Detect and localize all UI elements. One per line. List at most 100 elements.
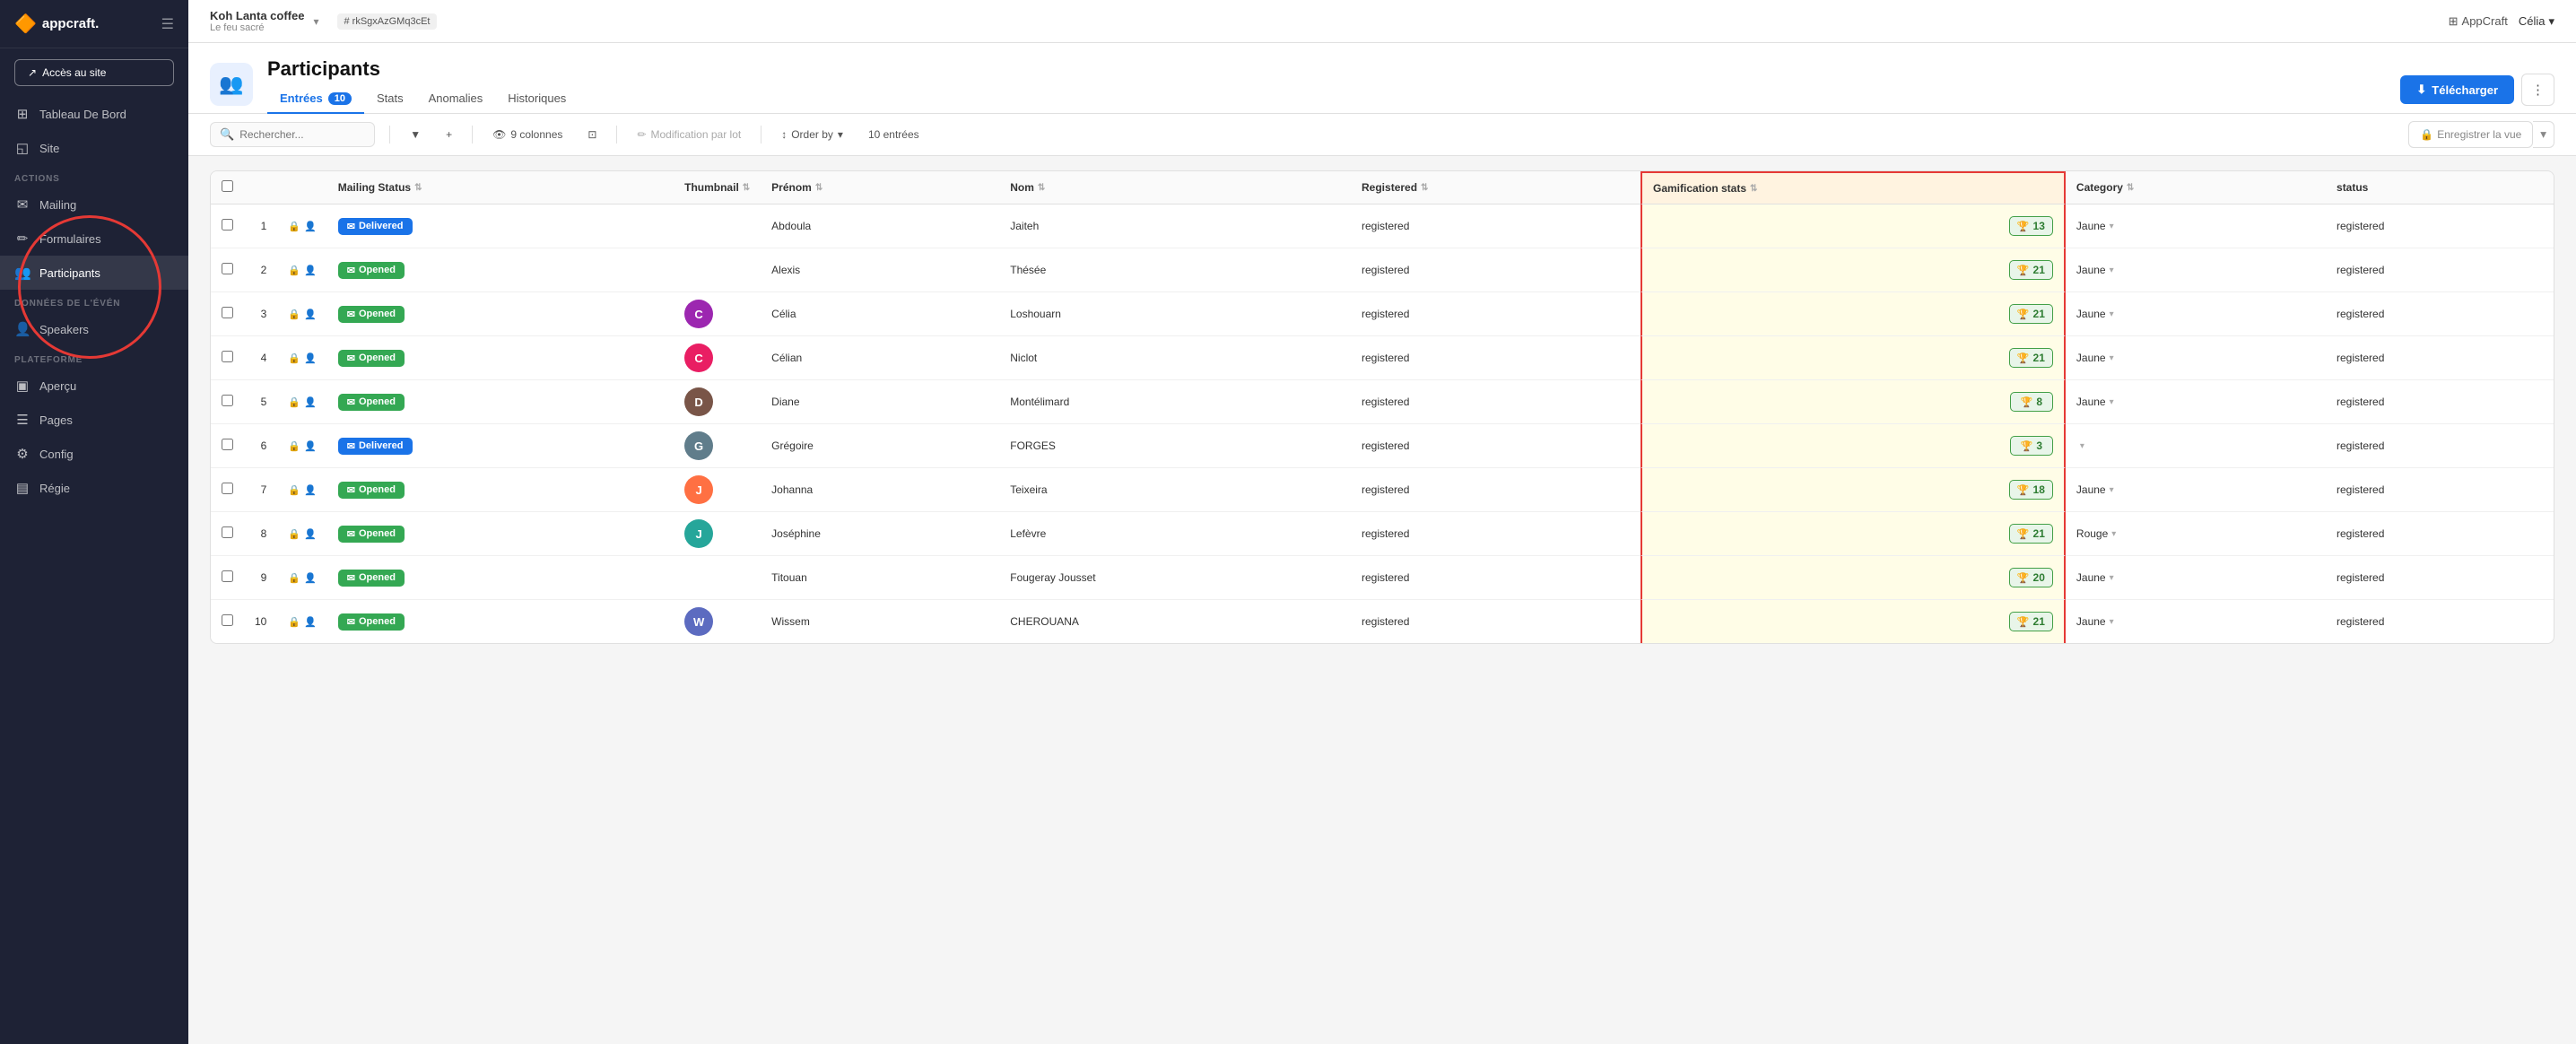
row-checkbox[interactable] xyxy=(222,351,233,362)
row-checkbox[interactable] xyxy=(222,614,233,626)
category-chevron-icon[interactable]: ▾ xyxy=(2110,222,2114,231)
tab-stats[interactable]: Stats xyxy=(364,84,416,114)
prenom-cell: Célia xyxy=(761,292,999,336)
status-cell: registered xyxy=(2326,380,2554,424)
registered-cell: registered xyxy=(1351,204,1640,248)
table-body: 1🔒👤✉DeliveredAbdoulaJaitehregistered🏆13J… xyxy=(211,204,2554,643)
toolbar-divider-3 xyxy=(616,126,617,144)
tab-entrees[interactable]: Entrées 10 xyxy=(267,84,364,114)
table-row: 3🔒👤✉OpenedCCéliaLoshouarnregistered🏆21Ja… xyxy=(211,292,2554,336)
col-header-category[interactable]: Category ⇅ xyxy=(2066,171,2326,204)
avatar: C xyxy=(684,344,713,372)
prenom-cell: Titouan xyxy=(761,556,999,600)
add-button[interactable]: + xyxy=(440,125,457,144)
search-input[interactable] xyxy=(239,128,365,141)
registered-cell: registered xyxy=(1351,512,1640,556)
sidebar-item-mailing[interactable]: ✉ Mailing xyxy=(0,187,188,222)
trophy-icon: 🏆 xyxy=(2017,572,2030,584)
edit-icon: ✏ xyxy=(637,128,646,141)
row-checkbox[interactable] xyxy=(222,263,233,274)
thumbnail-cell: W xyxy=(674,600,761,643)
toolbar-divider-1 xyxy=(389,126,390,144)
order-chevron-icon: ▾ xyxy=(838,128,843,141)
col-header-mailing-status[interactable]: Mailing Status ⇅ xyxy=(327,171,674,204)
download-icon: ⬇ xyxy=(2416,83,2426,97)
category-chevron-icon[interactable]: ▾ xyxy=(2110,353,2114,363)
access-site-button[interactable]: ↗ Accès au site xyxy=(14,59,174,86)
category-chevron-icon[interactable]: ▾ xyxy=(2111,529,2116,539)
sidebar-item-apercu[interactable]: ▣ Aperçu xyxy=(0,369,188,403)
save-view-arrow-button[interactable]: ▾ xyxy=(2533,121,2554,148)
col-header-num xyxy=(244,171,277,204)
project-subtitle: Le feu sacré xyxy=(210,22,304,33)
sidebar-item-pages[interactable]: ☰ Pages xyxy=(0,403,188,437)
select-all-checkbox[interactable] xyxy=(222,180,233,192)
table-header-row: Mailing Status ⇅ Thumbnail ⇅ Prénom xyxy=(211,171,2554,204)
columns-button[interactable]: 👁 9 colonnes xyxy=(487,125,568,144)
user-menu[interactable]: Célia ▾ xyxy=(2519,14,2554,29)
sidebar-item-config[interactable]: ⚙ Config xyxy=(0,437,188,471)
category-chevron-icon[interactable]: ▾ xyxy=(2110,265,2114,275)
trophy-icon: 🏆 xyxy=(2017,352,2030,364)
row-checkbox[interactable] xyxy=(222,395,233,406)
lock-icon: 🔒 xyxy=(288,352,300,364)
col-header-nom[interactable]: Nom ⇅ xyxy=(999,171,1351,204)
sort-icon: ↕ xyxy=(781,128,787,141)
mailing-status-cell: ✉Delivered xyxy=(327,424,674,468)
config-icon: ⚙ xyxy=(14,446,30,462)
table-row: 5🔒👤✉OpenedDDianeMontélimardregistered🏆8J… xyxy=(211,380,2554,424)
category-chevron-icon[interactable]: ▾ xyxy=(2110,617,2114,627)
entries-button[interactable]: 10 entrées xyxy=(863,125,925,144)
frame-button[interactable]: ⊡ xyxy=(582,125,602,144)
more-options-button[interactable]: ⋮ xyxy=(2521,74,2554,106)
section-label-donnees: DONNÉES DE L'ÉVÉN xyxy=(0,290,188,312)
category-chevron-icon[interactable]: ▾ xyxy=(2110,309,2114,319)
nom-sort-icon: ⇅ xyxy=(1038,183,1045,193)
sidebar-item-site[interactable]: ◱ Site xyxy=(0,131,188,165)
download-button[interactable]: ⬇ Télécharger xyxy=(2400,75,2514,104)
order-button[interactable]: ↕ Order by ▾ xyxy=(776,125,849,144)
tab-anomalies[interactable]: Anomalies xyxy=(416,84,496,114)
hamburger-icon[interactable]: ☰ xyxy=(161,15,174,33)
gamification-cell: 🏆3 xyxy=(1640,424,2066,468)
registered-cell: registered xyxy=(1351,248,1640,292)
save-view-button[interactable]: 🔒 Enregistrer la vue xyxy=(2408,121,2533,148)
col-header-registered[interactable]: Registered ⇅ xyxy=(1351,171,1640,204)
col-header-gamification[interactable]: Gamification stats ⇅ xyxy=(1640,171,2066,204)
row-lock-user-icons: 🔒👤 xyxy=(277,512,326,556)
sidebar-item-formulaires[interactable]: ✏ Formulaires xyxy=(0,222,188,256)
sidebar-item-regie[interactable]: ▤ Régie xyxy=(0,471,188,505)
col-header-prenom[interactable]: Prénom ⇅ xyxy=(761,171,999,204)
col-header-thumbnail[interactable]: Thumbnail ⇅ xyxy=(674,171,761,204)
thumbnail-empty xyxy=(684,212,713,240)
bulk-edit-button[interactable]: ✏ Modification par lot xyxy=(631,125,746,144)
category-cell: Jaune▾ xyxy=(2066,468,2326,512)
filter-button[interactable]: ▼ xyxy=(405,125,426,144)
sidebar-item-speakers[interactable]: 👤 Speakers xyxy=(0,312,188,346)
row-checkbox[interactable] xyxy=(222,219,233,231)
tab-historiques[interactable]: Historiques xyxy=(495,84,579,114)
sidebar-item-participants[interactable]: 👥 Participants xyxy=(0,256,188,290)
category-chevron-icon[interactable]: ▾ xyxy=(2080,441,2084,451)
col-header-status[interactable]: status xyxy=(2326,171,2554,204)
category-cell: Jaune▾ xyxy=(2066,600,2326,643)
mailing-sort-icon: ⇅ xyxy=(414,183,422,193)
page-title: Participants xyxy=(267,57,579,81)
project-chevron-icon[interactable]: ▾ xyxy=(313,15,318,28)
project-hash: # rkSgxAzGMq3cEt xyxy=(337,13,438,30)
category-chevron-icon[interactable]: ▾ xyxy=(2110,573,2114,583)
mailing-status-cell: ✉Delivered xyxy=(327,204,674,248)
search-box[interactable]: 🔍 xyxy=(210,122,375,147)
row-checkbox[interactable] xyxy=(222,526,233,538)
thumbnail-empty xyxy=(684,256,713,284)
sidebar-item-tableau[interactable]: ⊞ Tableau De Bord xyxy=(0,97,188,131)
row-checkbox[interactable] xyxy=(222,570,233,582)
row-checkbox[interactable] xyxy=(222,307,233,318)
row-number: 7 xyxy=(244,468,277,512)
category-chevron-icon[interactable]: ▾ xyxy=(2110,397,2114,407)
site-icon: ◱ xyxy=(14,140,30,156)
category-chevron-icon[interactable]: ▾ xyxy=(2110,485,2114,495)
row-checkbox[interactable] xyxy=(222,483,233,494)
row-checkbox[interactable] xyxy=(222,439,233,450)
trophy-icon: 🏆 xyxy=(2021,440,2033,452)
